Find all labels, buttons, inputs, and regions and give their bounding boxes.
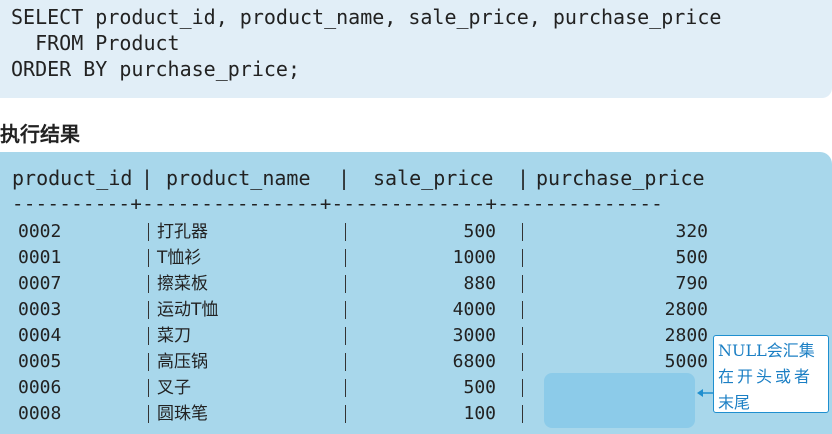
cell-product-id: 0006 — [18, 377, 62, 398]
header-divider: | — [338, 166, 351, 190]
callout-line: NULL会汇集 — [718, 341, 815, 360]
cell-product-id: 0003 — [18, 299, 62, 320]
header-purchase-price: purchase_price — [536, 166, 705, 190]
cell-purchase-price: 5000 — [664, 351, 708, 372]
cell-product-name: 叉子 — [157, 378, 191, 398]
cell-product-id: 0007 — [18, 273, 62, 294]
cell-purchase-price: 320 — [675, 221, 708, 242]
column-divider — [345, 249, 346, 267]
column-divider — [345, 405, 346, 423]
cell-product-id: 0001 — [18, 247, 62, 268]
sql-line-select: SELECT product_id, product_name, sale_pr… — [11, 5, 722, 29]
header-sale-price: sale_price — [373, 166, 494, 190]
cell-sale-price: 4000 — [452, 299, 496, 320]
cell-sale-price: 3000 — [452, 325, 496, 346]
column-divider — [522, 379, 523, 397]
callout-line: 末尾 — [718, 393, 751, 412]
cell-product-name: 圆珠笔 — [157, 404, 208, 424]
sql-line-order-by: ORDER BY purchase_price; — [11, 57, 300, 81]
header-product-id: product_id — [12, 166, 133, 190]
cell-sale-price: 100 — [463, 403, 496, 424]
header-separator: ----------+---------------+-------------… — [12, 193, 664, 215]
cell-product-name: T恤衫 — [157, 248, 202, 268]
column-divider — [148, 327, 149, 345]
column-divider — [345, 353, 346, 371]
cell-purchase-price: 2800 — [664, 299, 708, 320]
cell-purchase-price: 2800 — [664, 325, 708, 346]
column-divider — [148, 275, 149, 293]
callout-line: 在开头或者 — [718, 367, 814, 386]
column-divider — [522, 405, 523, 423]
column-divider — [522, 223, 523, 241]
column-divider — [345, 275, 346, 293]
cell-product-name: 打孔器 — [157, 222, 208, 242]
cell-product-name: 高压锅 — [157, 352, 208, 372]
cell-sale-price: 880 — [463, 273, 496, 294]
cell-sale-price: 1000 — [452, 247, 496, 268]
cell-sale-price: 6800 — [452, 351, 496, 372]
cell-sale-price: 500 — [463, 377, 496, 398]
sql-code-block: SELECT product_id, product_name, sale_pr… — [0, 0, 832, 98]
column-divider — [345, 327, 346, 345]
cell-product-id: 0002 — [18, 221, 62, 242]
column-divider — [345, 379, 346, 397]
cell-product-name: 擦菜板 — [157, 274, 208, 294]
column-divider — [522, 249, 523, 267]
column-divider — [522, 327, 523, 345]
header-divider: | — [141, 166, 154, 190]
arrow-left-icon — [697, 389, 713, 397]
null-values-highlight — [544, 373, 695, 428]
cell-purchase-price: 790 — [675, 273, 708, 294]
column-divider — [148, 405, 149, 423]
cell-product-id: 0008 — [18, 403, 62, 424]
sql-line-from: FROM Product — [11, 31, 180, 55]
header-divider: | — [517, 166, 530, 190]
column-divider — [345, 301, 346, 319]
column-divider — [522, 275, 523, 293]
column-divider — [148, 249, 149, 267]
column-divider — [148, 301, 149, 319]
null-callout-note: NULL会汇集 在开头或者 末尾 — [713, 335, 829, 413]
cell-product-id: 0004 — [18, 325, 62, 346]
column-divider — [148, 223, 149, 241]
section-title: 执行结果 — [0, 122, 80, 146]
cell-sale-price: 500 — [463, 221, 496, 242]
cell-product-name: 菜刀 — [157, 326, 191, 346]
header-product-name: product_name — [166, 166, 311, 190]
column-divider — [345, 223, 346, 241]
cell-product-id: 0005 — [18, 351, 62, 372]
column-divider — [148, 379, 149, 397]
cell-product-name: 运动T恤 — [157, 300, 219, 320]
column-divider — [522, 301, 523, 319]
column-divider — [522, 353, 523, 371]
cell-purchase-price: 500 — [675, 247, 708, 268]
column-divider — [148, 353, 149, 371]
